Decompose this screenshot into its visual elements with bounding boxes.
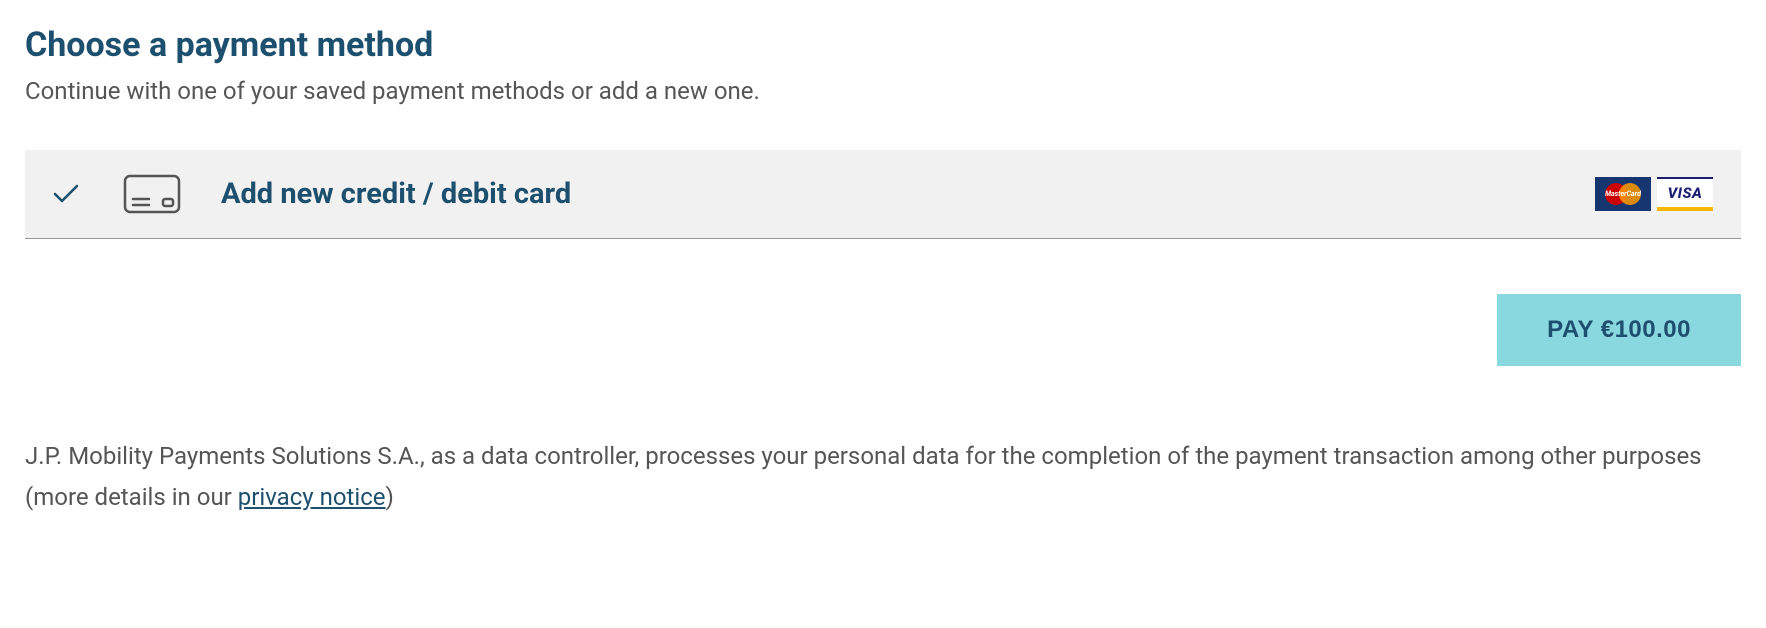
check-icon — [53, 184, 93, 204]
mastercard-logo-icon: MasterCard — [1595, 177, 1651, 211]
privacy-notice-link[interactable]: privacy notice — [238, 483, 386, 511]
legal-notice: J.P. Mobility Payments Solutions S.A., a… — [25, 436, 1741, 518]
page-title: Choose a payment method — [25, 25, 1741, 65]
visa-logo-icon: VISA — [1657, 177, 1713, 211]
page-subtitle: Continue with one of your saved payment … — [25, 77, 1741, 105]
pay-button[interactable]: PAY €100.00 — [1497, 294, 1741, 366]
credit-card-icon — [123, 174, 181, 214]
legal-text-after: ) — [386, 483, 394, 511]
payment-option-add-card[interactable]: Add new credit / debit card MasterCard V… — [25, 150, 1741, 239]
card-brand-logos: MasterCard VISA — [1595, 177, 1713, 211]
payment-option-label: Add new credit / debit card — [221, 177, 1595, 211]
